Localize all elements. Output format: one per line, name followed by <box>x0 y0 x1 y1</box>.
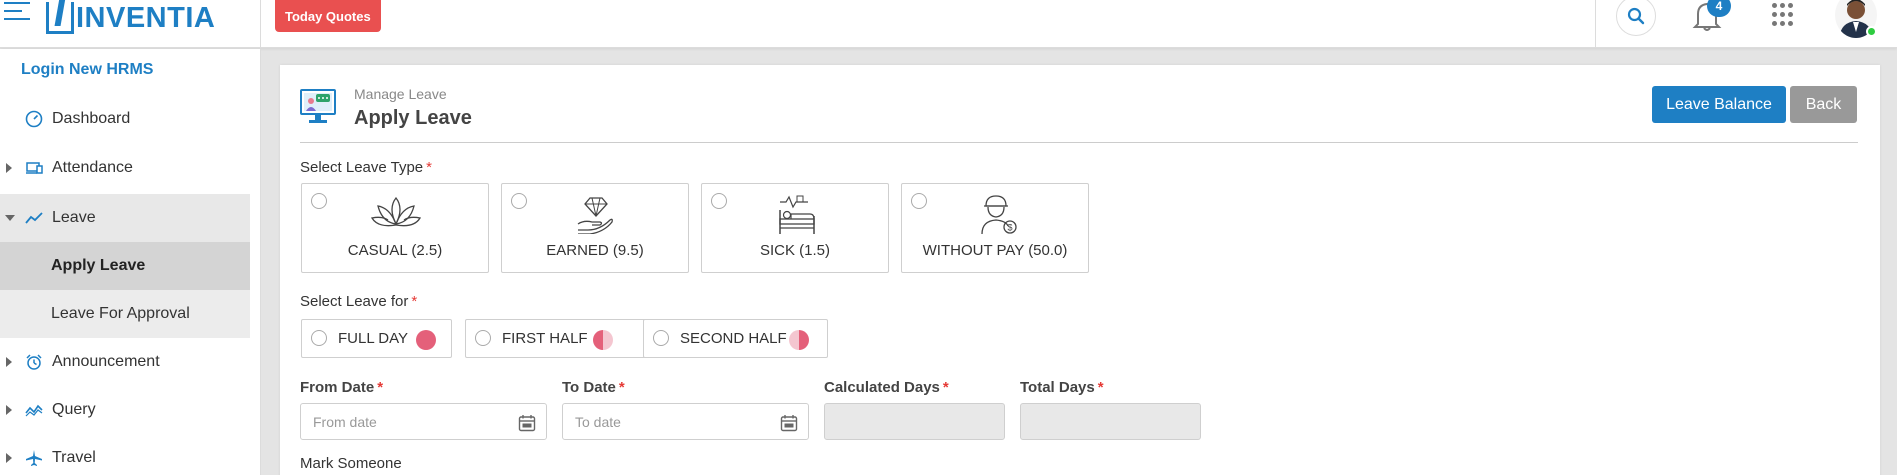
from-date-input[interactable] <box>301 404 546 439</box>
apps-grid-icon[interactable] <box>1772 3 1796 27</box>
full-circle-icon <box>416 330 436 350</box>
first-half-circle-icon <box>593 330 613 350</box>
calculated-days-input <box>825 404 1004 439</box>
leave-type-radio[interactable] <box>311 193 327 209</box>
hospital-bed-icon <box>779 195 815 234</box>
leave-balance-button[interactable]: Leave Balance <box>1652 86 1786 123</box>
sidebar-item-label: Query <box>52 401 96 418</box>
total-days-field <box>1020 403 1201 440</box>
lotus-icon <box>370 196 422 227</box>
sidebar-item-label: Attendance <box>52 159 133 176</box>
caret-down-icon <box>5 215 15 221</box>
leave-type-label: CASUAL (2.5) <box>347 242 443 259</box>
page-title: Apply Leave <box>354 107 472 129</box>
sidebar-item-query[interactable]: Query <box>0 388 250 432</box>
diamond-hand-icon <box>577 197 613 234</box>
trend-line-icon <box>25 212 43 224</box>
total-days-input <box>1021 404 1200 439</box>
caret-right-icon <box>6 453 12 463</box>
leave-for-label: Select Leave for * <box>300 293 418 310</box>
search-button[interactable] <box>1616 0 1656 36</box>
online-status-dot <box>1866 26 1877 37</box>
sidebar-item-travel[interactable]: Travel <box>0 436 250 475</box>
leave-type-label: SICK (1.5) <box>759 242 831 259</box>
topbar-divider <box>260 0 261 48</box>
leave-type-radio[interactable] <box>911 193 927 209</box>
sidebar-edge <box>250 49 261 475</box>
leave-for-option-full-day[interactable]: FULL DAY <box>301 319 452 358</box>
query-wave-icon <box>25 404 43 417</box>
sidebar-subitem-label: Apply Leave <box>51 257 146 274</box>
leave-type-label: Select Leave Type * <box>300 159 432 176</box>
leave-type-option-earned[interactable]: EARNED (9.5) <box>501 183 689 273</box>
header-divider <box>300 142 1858 143</box>
worker-money-icon: $ <box>981 195 1017 234</box>
topbar-divider-right <box>1595 0 1596 48</box>
leave-type-label: EARNED (9.5) <box>546 242 644 259</box>
leave-for-option-label: SECOND HALF <box>680 330 787 347</box>
search-icon <box>1627 7 1645 25</box>
inventia-logo[interactable]: INVENTIA <box>46 0 215 36</box>
from-date-field[interactable] <box>300 403 547 440</box>
sidebar-item-announcement[interactable]: Announcement <box>0 340 250 384</box>
caret-right-icon <box>6 163 12 173</box>
logo-text: INVENTIA <box>76 1 216 34</box>
calculated-days-field <box>824 403 1005 440</box>
leave-type-radio[interactable] <box>711 193 727 209</box>
sidebar-item-leave[interactable]: Leave <box>0 194 250 242</box>
to-date-field[interactable] <box>562 403 809 440</box>
caret-right-icon <box>6 357 12 367</box>
sidebar-subitem-label: Leave For Approval <box>51 305 190 322</box>
sidebar-item-label: Dashboard <box>52 110 131 127</box>
alarm-clock-icon <box>26 354 42 370</box>
leave-type-option-casual[interactable]: CASUAL (2.5) <box>301 183 489 273</box>
svg-text:$: $ <box>1008 223 1013 233</box>
sidebar-subitem-leave-for-approval[interactable]: Leave For Approval <box>0 290 250 338</box>
sidebar-item-attendance[interactable]: Attendance <box>0 146 250 190</box>
sidebar-item-dashboard[interactable]: Dashboard <box>0 97 250 141</box>
today-quotes-button[interactable]: Today Quotes <box>275 0 381 32</box>
to-date-label: To Date * <box>562 379 625 396</box>
airplane-icon <box>26 450 42 466</box>
sidebar-subitem-apply-leave[interactable]: Apply Leave <box>0 242 250 290</box>
leave-for-option-label: FULL DAY <box>338 330 409 347</box>
top-bar: INVENTIA Today Quotes 4 <box>0 0 1897 48</box>
breadcrumb: Manage Leave <box>354 86 447 102</box>
laptop-icon <box>26 162 43 174</box>
back-button[interactable]: Back <box>1790 86 1857 123</box>
calendar-icon[interactable] <box>780 414 798 432</box>
calculated-days-label: Calculated Days * <box>824 379 949 396</box>
leave-for-radio[interactable] <box>311 330 327 346</box>
leave-type-option-without-pay[interactable]: $ WITHOUT PAY (50.0) <box>901 183 1089 273</box>
hamburger-menu-icon[interactable] <box>4 2 30 26</box>
notification-badge: 4 <box>1707 0 1731 17</box>
leave-for-option-first-half[interactable]: FIRST HALF <box>465 319 655 358</box>
leave-for-option-second-half[interactable]: SECOND HALF <box>643 319 828 358</box>
leave-for-option-label: FIRST HALF <box>502 330 588 347</box>
leave-type-radio[interactable] <box>511 193 527 209</box>
leave-type-label: WITHOUT PAY (50.0) <box>922 242 1068 259</box>
calendar-icon[interactable] <box>518 414 536 432</box>
leave-type-option-sick[interactable]: SICK (1.5) <box>701 183 889 273</box>
caret-right-icon <box>6 405 12 415</box>
sidebar-item-label: Announcement <box>52 353 160 370</box>
mark-someone-label: Mark Someone <box>300 455 402 472</box>
login-new-hrms-link[interactable]: Login New HRMS <box>21 61 153 79</box>
logo-mark <box>46 2 74 34</box>
sidebar-item-label: Leave <box>52 209 96 226</box>
monitor-chat-icon <box>300 89 336 123</box>
leave-for-radio[interactable] <box>653 330 669 346</box>
leave-for-radio[interactable] <box>475 330 491 346</box>
to-date-input[interactable] <box>563 404 808 439</box>
second-half-circle-icon <box>789 330 809 350</box>
sidebar-item-label: Travel <box>52 449 96 466</box>
total-days-label: Total Days * <box>1020 379 1104 396</box>
from-date-label: From Date * <box>300 379 384 396</box>
speedometer-icon <box>25 110 43 128</box>
